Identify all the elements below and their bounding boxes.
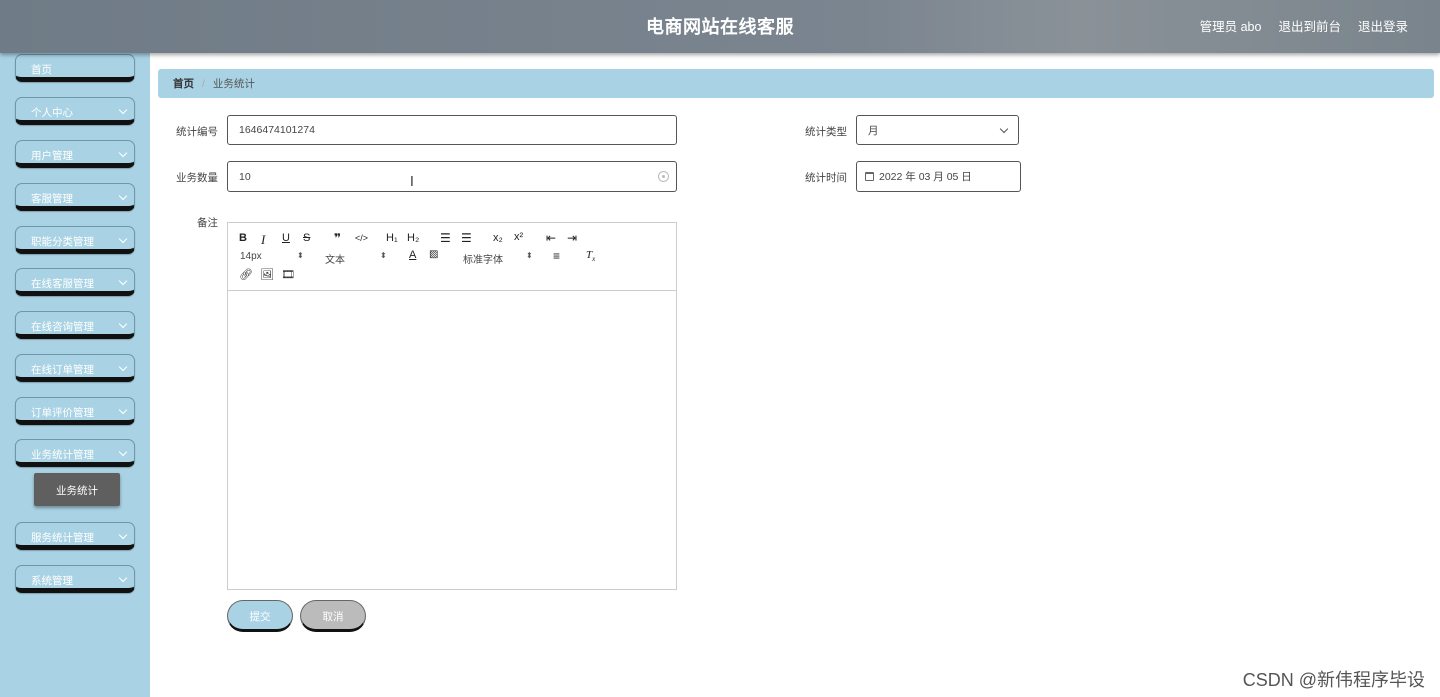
- stat-no-input[interactable]: 1646474101274: [227, 115, 677, 145]
- font-family-value: 标准字体: [463, 255, 503, 266]
- bullet-list-icon[interactable]: ☰: [461, 231, 472, 245]
- watermark: CSDN @新伟程序毕设: [1242, 670, 1425, 690]
- background-color-icon[interactable]: ▨: [429, 249, 438, 260]
- stat-no-value: 1646474101274: [239, 124, 315, 136]
- updown-icon: ⬍: [380, 251, 387, 260]
- chevron-down-icon: [118, 573, 128, 583]
- chevron-down-icon: [118, 447, 128, 457]
- code-button[interactable]: </>: [355, 233, 368, 243]
- outdent-icon[interactable]: ⇤: [546, 231, 556, 245]
- date-value: 2022 年 03 月 05 日: [879, 171, 972, 183]
- sidebar-item-label: 个人中心: [31, 107, 73, 119]
- sidebar-item-label: 用户管理: [31, 150, 73, 162]
- sidebar-item-business-stats[interactable]: 业务统计管理: [15, 439, 135, 467]
- editor-toolbar: B I U S ❞ </> H₁ H₂ ☰ ☰ x₂ x² ⇤ ⇥ 14px ⬍…: [228, 223, 676, 291]
- date-picker[interactable]: 2022 年 03 月 05 日: [856, 161, 1021, 192]
- type-value: 月: [868, 124, 879, 137]
- font-size-select[interactable]: 14px ⬍: [240, 251, 305, 262]
- breadcrumb-separator: /: [202, 77, 205, 90]
- sidebar-item-label: 在线咨询管理: [31, 321, 94, 333]
- sidebar-item-label: 职能分类管理: [31, 236, 94, 248]
- exit-to-front-link[interactable]: 退出到前台: [1278, 16, 1341, 35]
- blockquote-button[interactable]: ❞: [334, 231, 341, 245]
- chevron-down-icon: [999, 124, 1009, 134]
- rich-text-editor: B I U S ❞ </> H₁ H₂ ☰ ☰ x₂ x² ⇤ ⇥ 14px ⬍…: [227, 222, 677, 590]
- sidebar-item-label: 在线订单管理: [31, 364, 94, 376]
- text-cursor-icon: I: [410, 175, 414, 190]
- sidebar-item-user-management[interactable]: 用户管理: [15, 140, 135, 168]
- sidebar-item-label: 服务统计管理: [31, 532, 94, 544]
- sidebar-item-label: 订单评价管理: [31, 407, 94, 419]
- logout-link[interactable]: 退出登录: [1358, 16, 1408, 35]
- breadcrumb-home[interactable]: 首页: [173, 76, 194, 91]
- count-value: 10: [239, 170, 251, 183]
- sidebar-subitem-business-stats[interactable]: 业务统计: [34, 473, 120, 506]
- sidebar-item-service-stats[interactable]: 服务统计管理: [15, 522, 135, 550]
- sidebar-item-order-review[interactable]: 订单评价管理: [15, 397, 135, 425]
- bold-button[interactable]: B: [239, 232, 247, 244]
- count-input[interactable]: 10: [227, 161, 677, 192]
- align-left-icon[interactable]: ≡: [553, 249, 560, 263]
- clear-icon[interactable]: [658, 171, 669, 182]
- updown-icon: ⬍: [297, 251, 304, 260]
- calendar-icon: [865, 172, 874, 181]
- remark-label: 备注: [197, 217, 218, 229]
- chevron-down-icon: [118, 191, 128, 201]
- editor-content-area[interactable]: [228, 291, 676, 589]
- sidebar-item-label: 在线客服管理: [31, 278, 94, 290]
- header-links: 管理员 abo 退出到前台 退出登录: [1200, 16, 1408, 35]
- clear-format-icon[interactable]: Tx: [586, 249, 595, 263]
- sidebar-item-online-service[interactable]: 在线客服管理: [15, 268, 135, 296]
- chevron-down-icon: [118, 530, 128, 540]
- font-family-select[interactable]: 标准字体 ⬍: [463, 251, 535, 266]
- chevron-down-icon: [118, 105, 128, 115]
- submit-button[interactable]: 提交: [227, 600, 293, 632]
- text-type-select[interactable]: 文本 ⬍: [325, 251, 388, 266]
- sidebar-item-label: 系统管理: [31, 575, 73, 587]
- type-label: 统计类型: [805, 126, 847, 138]
- breadcrumb-current: 业务统计: [212, 78, 255, 90]
- type-select[interactable]: 月: [856, 115, 1019, 145]
- stat-no-label: 统计编号: [176, 126, 218, 138]
- chevron-down-icon: [118, 362, 128, 372]
- sidebar-item-service-management[interactable]: 客服管理: [15, 183, 135, 211]
- ordered-list-icon[interactable]: ☰: [440, 231, 451, 245]
- h1-button[interactable]: H₁: [386, 232, 398, 244]
- sidebar-item-online-consult[interactable]: 在线咨询管理: [15, 311, 135, 339]
- superscript-button[interactable]: x²: [514, 231, 523, 243]
- underline-button[interactable]: U: [282, 232, 290, 244]
- chevron-down-icon: [118, 276, 128, 286]
- sidebar-item-label: 客服管理: [31, 193, 73, 205]
- chevron-down-icon: [118, 319, 128, 329]
- sidebar-item-online-order[interactable]: 在线订单管理: [15, 354, 135, 382]
- top-header: 电商网站在线客服 管理员 abo 退出到前台 退出登录: [0, 0, 1440, 53]
- chevron-down-icon: [118, 234, 128, 244]
- breadcrumb: 首页 / 业务统计: [158, 69, 1434, 98]
- sidebar-item-label: 首页: [31, 64, 52, 76]
- sidebar-item-system-management[interactable]: 系统管理: [15, 565, 135, 593]
- sidebar-item-personal-center[interactable]: 个人中心: [15, 97, 135, 125]
- chevron-down-icon: [118, 148, 128, 158]
- h2-button[interactable]: H₂: [407, 232, 419, 244]
- cancel-button[interactable]: 取消: [300, 600, 366, 632]
- font-size-value: 14px: [240, 251, 262, 262]
- sidebar-item-category-management[interactable]: 职能分类管理: [15, 226, 135, 254]
- text-type-value: 文本: [325, 255, 345, 266]
- updown-icon: ⬍: [526, 251, 533, 260]
- sidebar-item-label: 业务统计管理: [31, 449, 94, 461]
- image-icon[interactable]: 🖼︎: [260, 268, 274, 281]
- sidebar-item-home[interactable]: 首页: [15, 54, 135, 82]
- strike-button[interactable]: S: [303, 232, 310, 244]
- time-label: 统计时间: [805, 172, 847, 184]
- admin-user-link[interactable]: 管理员 abo: [1200, 16, 1262, 35]
- link-icon[interactable]: 🔗︎: [239, 268, 253, 281]
- video-icon[interactable]: 🎞︎: [281, 268, 295, 281]
- indent-icon[interactable]: ⇥: [567, 231, 577, 245]
- italic-button[interactable]: I: [261, 232, 265, 248]
- subscript-button[interactable]: x₂: [493, 232, 503, 244]
- count-label: 业务数量: [176, 172, 218, 184]
- font-color-icon[interactable]: A: [409, 249, 416, 261]
- chevron-down-icon: [118, 405, 128, 415]
